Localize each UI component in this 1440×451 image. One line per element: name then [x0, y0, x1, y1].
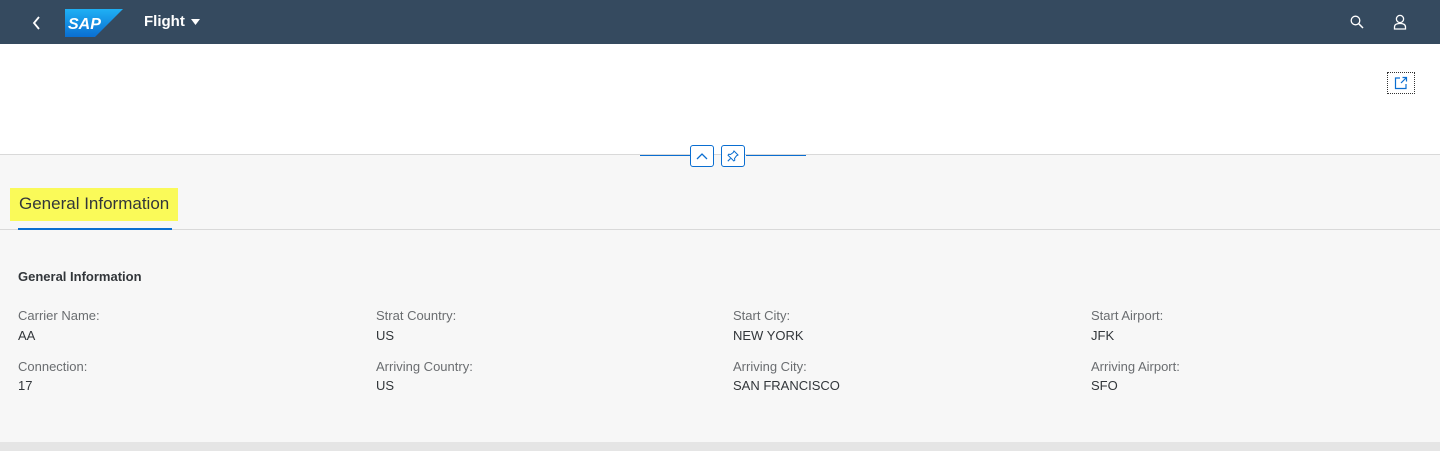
arriving-city-value: SAN FRANCISCO [733, 378, 840, 393]
user-button[interactable] [1385, 8, 1415, 36]
start-city-value: NEW YORK [733, 328, 804, 343]
app-title-menu[interactable]: Flight [144, 13, 200, 30]
object-page-header [0, 44, 1440, 155]
arriving-airport-value: SFO [1091, 378, 1118, 393]
anchor-bar-divider [0, 229, 1440, 230]
start-city-label: Start City: [733, 308, 791, 323]
start-airport-label: Start Airport: [1091, 308, 1164, 323]
share-button[interactable] [1387, 72, 1415, 94]
back-button[interactable] [22, 8, 52, 38]
start-country-value: US [376, 328, 395, 343]
header-divider-right [746, 155, 806, 156]
anchor-tab-selected-indicator [18, 228, 172, 230]
arriving-country-label: Arriving Country: [376, 359, 473, 374]
collapse-icon [696, 153, 708, 160]
header-divider-left [640, 155, 690, 156]
share-icon [1394, 76, 1408, 90]
pin-icon [727, 150, 739, 162]
page-footer-band [0, 442, 1440, 451]
start-country-label: Strat Country: [376, 308, 457, 323]
user-icon [1393, 14, 1407, 30]
section-title: General Information [18, 269, 142, 284]
back-icon [32, 16, 40, 30]
search-icon [1350, 15, 1364, 29]
start-airport-value: JFK [1091, 328, 1115, 343]
arriving-country-value: US [376, 378, 395, 393]
arriving-city-label: Arriving City: [733, 359, 807, 374]
arriving-airport-label: Arriving Airport: [1091, 359, 1180, 374]
sap-logo: SAP [65, 9, 123, 37]
shell-bar: SAP Flight [0, 0, 1440, 44]
search-button[interactable] [1342, 8, 1372, 36]
connection-label: Connection: [18, 359, 88, 374]
connection-value: 17 [18, 378, 33, 393]
anchor-tab-general-information[interactable]: General Information [10, 188, 179, 221]
app-title: Flight [144, 13, 185, 30]
svg-text:SAP: SAP [68, 16, 101, 33]
collapse-header-button[interactable] [690, 145, 714, 167]
pin-header-button[interactable] [721, 145, 745, 167]
carrier-name-value: AA [18, 328, 36, 343]
caret-down-icon [190, 18, 200, 25]
carrier-name-label: Carrier Name: [18, 308, 100, 323]
